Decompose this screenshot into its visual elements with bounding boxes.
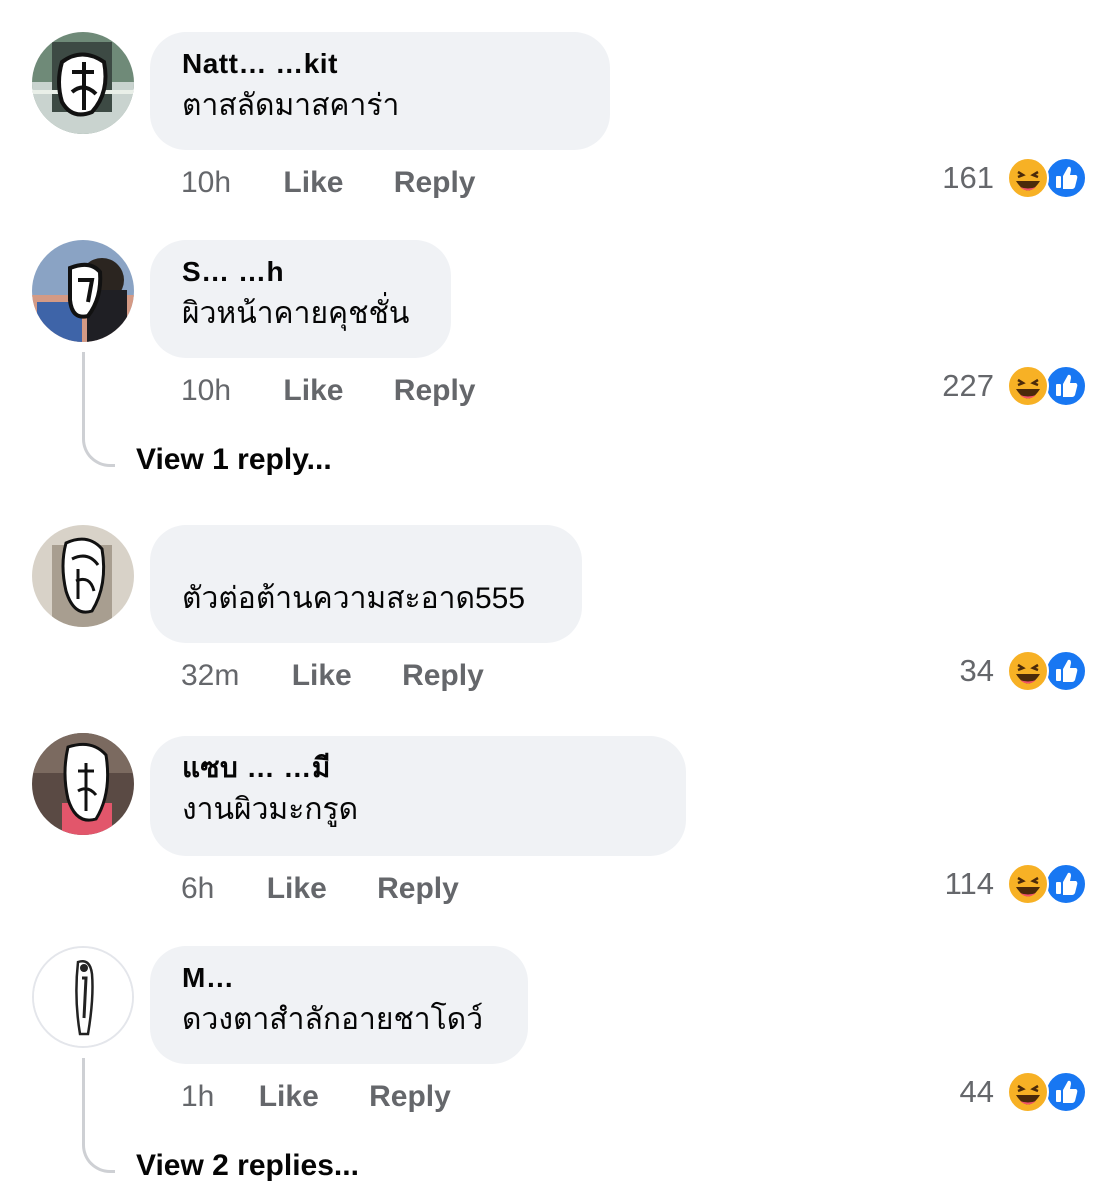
- like-thumb-icon: [1045, 1071, 1087, 1113]
- avatar[interactable]: [32, 32, 134, 134]
- comment-bubble: M… ดวงตาสำลักอายชาโดว์: [150, 946, 528, 1064]
- comment-actions: 1h Like Reply: [181, 1080, 451, 1114]
- timestamp[interactable]: 1h: [181, 1080, 214, 1114]
- reply-thread-line: [82, 1058, 115, 1173]
- comment-bubble: S… …h ผิวหน้าคายคุชชั่น: [150, 240, 451, 358]
- author-name[interactable]: แซบ … …มี: [182, 752, 654, 782]
- comment-bubble: แซบ … …มี งานผิวมะกรูด: [150, 736, 686, 856]
- timestamp[interactable]: 32m: [181, 659, 239, 693]
- reaction-count: 227: [942, 368, 994, 403]
- haha-emoji-icon: [1007, 157, 1049, 199]
- comment-bubble: ตัวต่อต้านความสะอาด555: [150, 525, 582, 643]
- comment-actions: 32m Like Reply: [181, 659, 484, 693]
- author-name[interactable]: Natt… …kit: [182, 48, 578, 78]
- timestamp[interactable]: 10h: [181, 166, 231, 200]
- like-button[interactable]: Like: [292, 659, 352, 693]
- like-button[interactable]: Like: [283, 374, 343, 408]
- avatar[interactable]: [32, 733, 134, 835]
- author-name[interactable]: S… …h: [182, 256, 419, 286]
- timestamp[interactable]: 6h: [181, 872, 214, 906]
- comment-text: ตาสลัดมาสคาร่า: [182, 89, 400, 122]
- author-name[interactable]: [182, 541, 550, 571]
- comment-actions: 10h Like Reply: [181, 166, 475, 200]
- reaction-count: 34: [959, 653, 994, 688]
- reactions[interactable]: 114: [945, 862, 1088, 906]
- reactions[interactable]: 227: [942, 364, 1088, 408]
- reply-button[interactable]: Reply: [394, 374, 476, 408]
- reply-button[interactable]: Reply: [402, 659, 484, 693]
- like-thumb-icon: [1045, 365, 1087, 407]
- comment-text: ผิวหน้าคายคุชชั่น: [182, 297, 410, 330]
- reply-button[interactable]: Reply: [394, 166, 476, 200]
- view-replies-link[interactable]: View 1 reply...: [136, 443, 332, 477]
- haha-emoji-icon: [1007, 650, 1049, 692]
- like-button[interactable]: Like: [267, 872, 327, 906]
- avatar[interactable]: [32, 525, 134, 627]
- haha-emoji-icon: [1007, 365, 1049, 407]
- view-replies-link[interactable]: View 2 replies...: [136, 1149, 359, 1183]
- avatar[interactable]: [32, 240, 134, 342]
- comment-actions: 10h Like Reply: [181, 374, 475, 408]
- timestamp[interactable]: 10h: [181, 374, 231, 408]
- reply-thread-line: [82, 352, 115, 467]
- comment-actions: 6h Like Reply: [181, 872, 459, 906]
- reactions[interactable]: 161: [942, 156, 1088, 200]
- like-thumb-icon: [1045, 157, 1087, 199]
- reply-button[interactable]: Reply: [369, 1080, 451, 1114]
- reaction-count: 161: [942, 160, 994, 195]
- haha-emoji-icon: [1007, 863, 1049, 905]
- like-thumb-icon: [1045, 650, 1087, 692]
- like-button[interactable]: Like: [283, 166, 343, 200]
- haha-emoji-icon: [1007, 1071, 1049, 1113]
- reactions[interactable]: 34: [960, 649, 1088, 693]
- comment-bubble: Natt… …kit ตาสลัดมาสคาร่า: [150, 32, 610, 150]
- like-button[interactable]: Like: [259, 1080, 319, 1114]
- comment-text: งานผิวมะกรูด: [182, 793, 359, 826]
- reaction-count: 114: [944, 866, 994, 901]
- reply-button[interactable]: Reply: [377, 872, 459, 906]
- reaction-count: 44: [959, 1074, 994, 1109]
- reactions[interactable]: 44: [960, 1070, 1088, 1114]
- like-thumb-icon: [1045, 863, 1087, 905]
- avatar[interactable]: [32, 946, 134, 1048]
- comment-text: ดวงตาสำลักอายชาโดว์: [182, 1003, 484, 1036]
- author-name[interactable]: M…: [182, 962, 496, 992]
- comment-text: ตัวต่อต้านความสะอาด555: [182, 582, 526, 615]
